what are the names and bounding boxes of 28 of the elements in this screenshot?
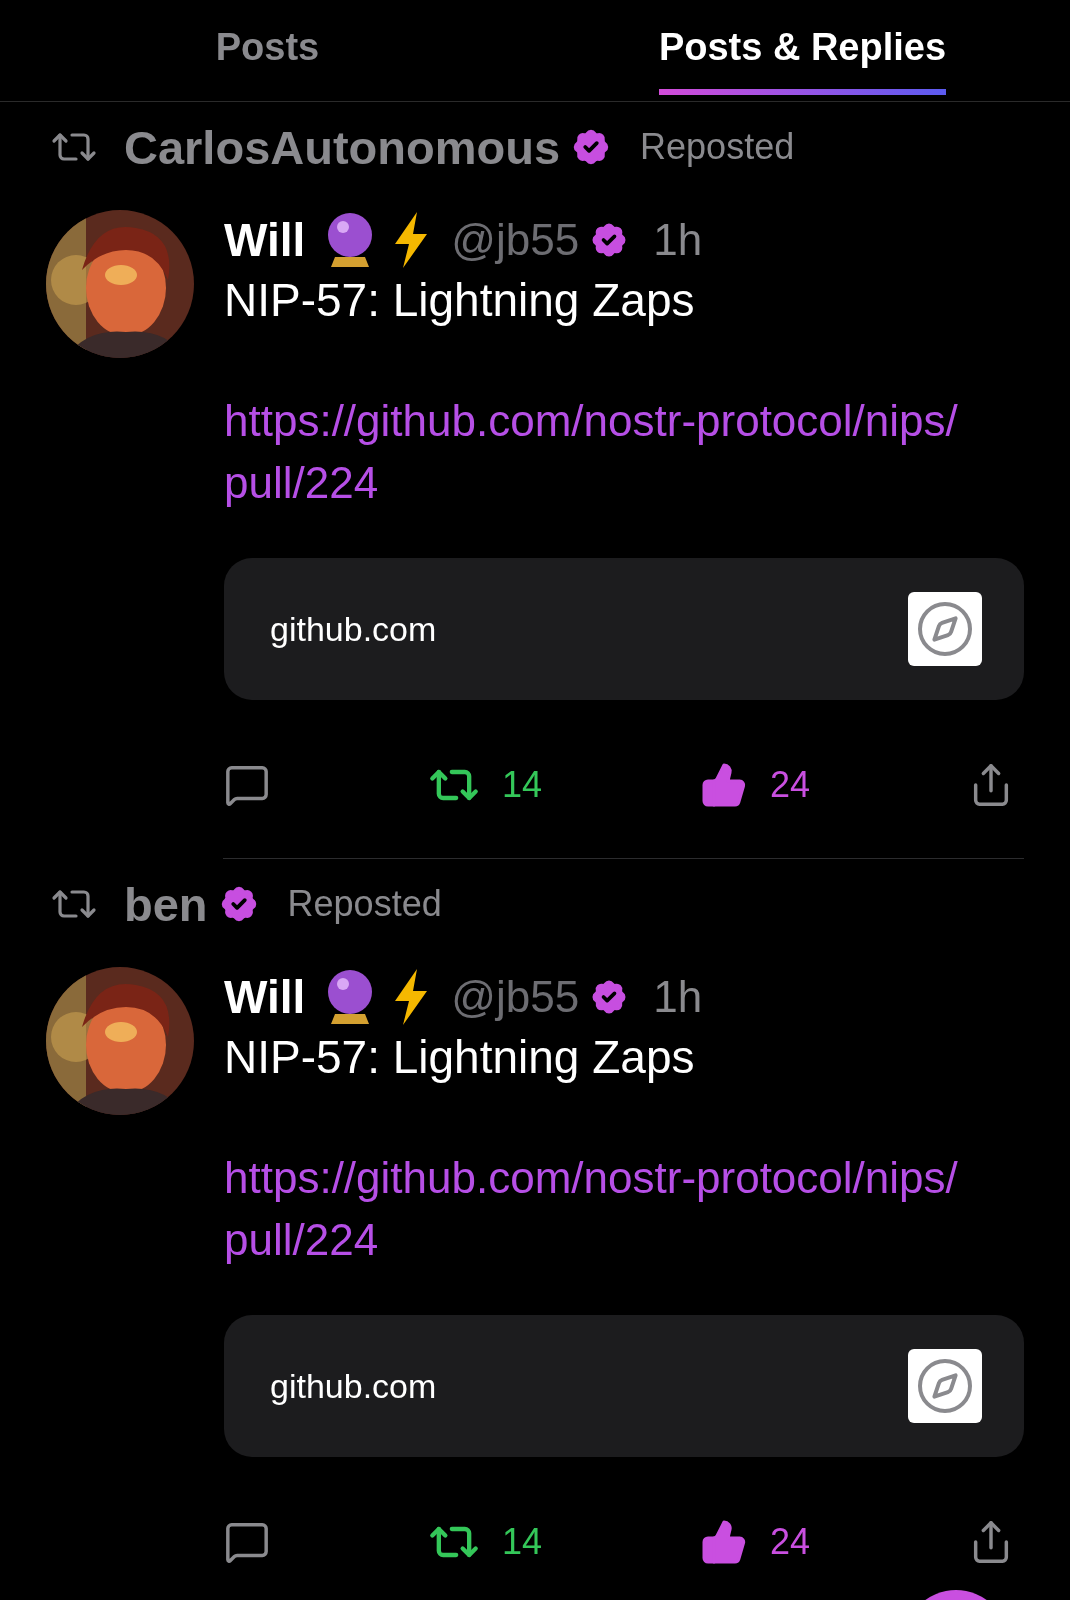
post-time: 1h <box>653 972 703 1022</box>
thumbs-up-icon <box>700 1518 748 1566</box>
author-handle: @jb55 <box>451 972 580 1022</box>
thumbs-up-icon <box>700 761 748 809</box>
tab[interactable]: Posts <box>0 0 535 101</box>
tab[interactable]: Posts & Replies <box>535 0 1070 101</box>
author-handle: @jb55 <box>451 215 580 265</box>
post-text: NIP-57: Lightning Zaps <box>224 1030 696 1085</box>
repost-button[interactable]: 14 <box>427 759 542 811</box>
reposter-name[interactable]: CarlosAutonomous <box>124 119 561 175</box>
post-time: 1h <box>653 215 703 265</box>
post-text: NIP-57: Lightning Zaps <box>224 273 696 328</box>
zap-button[interactable]: 24 <box>700 1518 811 1566</box>
author-name[interactable]: Will <box>224 213 306 267</box>
zap-button[interactable]: 24 <box>700 761 811 809</box>
author-name[interactable]: Will <box>224 970 306 1024</box>
reposter-name[interactable]: ben <box>124 876 208 932</box>
repost-label: Reposted <box>640 126 795 168</box>
compass-icon <box>908 1349 982 1423</box>
link-preview-card[interactable]: github.com <box>224 558 1024 700</box>
preview-domain: github.com <box>270 609 437 649</box>
repost-label: Reposted <box>287 883 442 925</box>
repost-button[interactable]: 14 <box>427 1516 542 1568</box>
post-link[interactable]: https://github.com/nostr-protocol/nips/pull/224 <box>224 390 969 514</box>
post-link[interactable]: https://github.com/nostr-protocol/nips/pull/224 <box>224 1147 969 1271</box>
compass-icon <box>908 592 982 666</box>
link-preview-card[interactable]: github.com <box>224 1315 1024 1457</box>
preview-domain: github.com <box>270 1366 437 1406</box>
